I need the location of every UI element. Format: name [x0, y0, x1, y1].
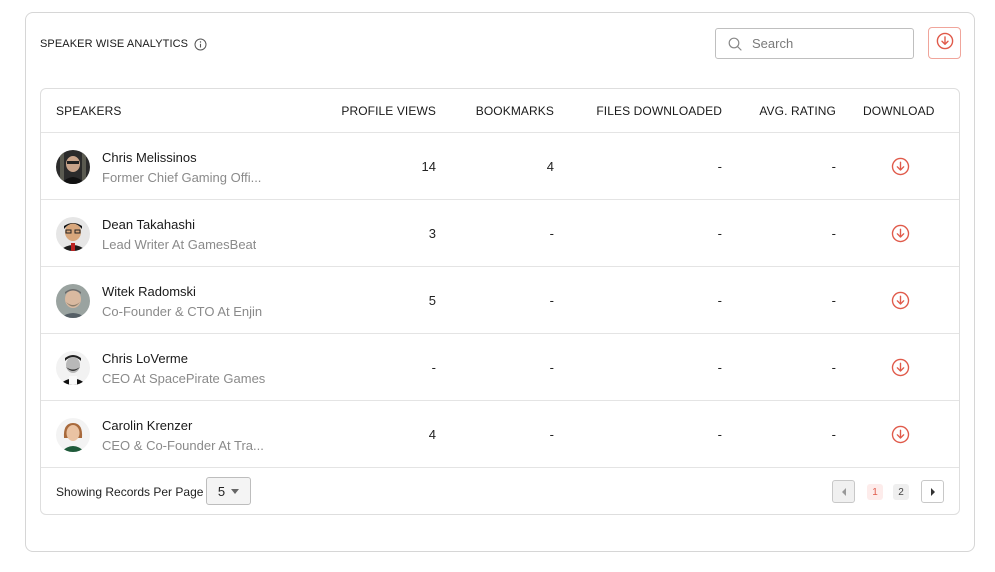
speaker-analytics-card: SPEAKER WISE ANALYTICS SPEAKERS PROFILE …: [25, 12, 975, 552]
speaker-title: CEO At SpacePirate Games: [102, 371, 266, 386]
speaker-name: Chris Melissinos: [102, 150, 197, 165]
download-row-button[interactable]: [891, 157, 910, 176]
table-row: Chris LoVerme CEO At SpacePirate Games -…: [41, 334, 959, 401]
bookmarks-value: 4: [546, 159, 554, 174]
search-box: [715, 28, 914, 59]
profile-views-value: 4: [428, 427, 436, 442]
chevron-right-icon: [930, 487, 935, 496]
profile-views-value: -: [431, 360, 436, 375]
download-row-button[interactable]: [891, 291, 910, 310]
info-icon[interactable]: [194, 38, 207, 51]
table-footer: Showing Records Per Page 5 1 2: [41, 468, 959, 514]
card-title: SPEAKER WISE ANALYTICS: [40, 38, 207, 50]
card-title-text: SPEAKER WISE ANALYTICS: [40, 38, 189, 50]
avg-rating-value: -: [831, 360, 836, 375]
column-header-download: DOWNLOAD: [863, 104, 935, 118]
export-button[interactable]: [928, 27, 961, 59]
table-row: Chris Melissinos Former Chief Gaming Off…: [41, 133, 959, 200]
speaker-title: Co-Founder & CTO At Enjin: [102, 304, 263, 319]
download-row-button[interactable]: [891, 425, 910, 444]
pagination-prev-button[interactable]: [832, 480, 855, 503]
speaker-title: Former Chief Gaming Offi...: [102, 170, 262, 185]
avatar: [56, 150, 90, 184]
table-header: SPEAKERS PROFILE VIEWS BOOKMARKS FILES D…: [41, 89, 959, 133]
avatar: [56, 418, 90, 452]
files-downloaded-value: -: [717, 427, 722, 442]
bookmarks-value: -: [549, 360, 554, 375]
speaker-title: Lead Writer At GamesBeat: [102, 237, 257, 252]
records-per-page-value: 5: [217, 483, 226, 499]
speaker-name: Dean Takahashi: [102, 217, 195, 232]
table-row: Carolin Krenzer CEO & Co-Founder At Tra.…: [41, 401, 959, 468]
profile-views-value: 3: [428, 226, 436, 241]
avg-rating-value: -: [831, 293, 836, 308]
download-row-button[interactable]: [891, 358, 910, 377]
pagination-next-button[interactable]: [921, 480, 944, 503]
records-per-page-label: Showing Records Per Page: [56, 485, 204, 499]
bookmarks-value: -: [549, 226, 554, 241]
download-circle-icon: [936, 32, 954, 55]
search-input[interactable]: [752, 36, 902, 51]
search-icon: [728, 37, 742, 51]
speaker-title: CEO & Co-Founder At Tra...: [102, 438, 264, 453]
download-circle-icon: [891, 358, 910, 377]
column-header-bookmarks[interactable]: BOOKMARKS: [476, 104, 554, 118]
table-row: Dean Takahashi Lead Writer At GamesBeat …: [41, 200, 959, 267]
download-circle-icon: [891, 425, 910, 444]
download-circle-icon: [891, 224, 910, 243]
pagination-page-2[interactable]: 2: [893, 484, 909, 500]
column-header-files-downloaded[interactable]: FILES DOWNLOADED: [596, 104, 722, 118]
speaker-name: Carolin Krenzer: [102, 418, 193, 433]
avatar: [56, 217, 90, 251]
column-header-speakers[interactable]: SPEAKERS: [56, 104, 122, 118]
download-row-button[interactable]: [891, 224, 910, 243]
table-row: Witek Radomski Co-Founder & CTO At Enjin…: [41, 267, 959, 334]
speaker-name: Witek Radomski: [102, 284, 196, 299]
speaker-name: Chris LoVerme: [102, 351, 188, 366]
avatar: [56, 284, 90, 318]
files-downloaded-value: -: [717, 226, 722, 241]
avg-rating-value: -: [831, 159, 836, 174]
column-header-profile-views[interactable]: PROFILE VIEWS: [341, 104, 436, 118]
files-downloaded-value: -: [717, 360, 722, 375]
avatar: [56, 351, 90, 385]
records-per-page-select[interactable]: 5: [206, 477, 251, 505]
download-circle-icon: [891, 291, 910, 310]
avg-rating-value: -: [831, 427, 836, 442]
chevron-left-icon: [841, 487, 846, 496]
column-header-avg-rating[interactable]: AVG. RATING: [759, 104, 836, 118]
files-downloaded-value: -: [717, 159, 722, 174]
caret-down-icon: [231, 488, 240, 494]
speakers-table: SPEAKERS PROFILE VIEWS BOOKMARKS FILES D…: [40, 88, 960, 515]
files-downloaded-value: -: [717, 293, 722, 308]
profile-views-value: 14: [421, 159, 436, 174]
bookmarks-value: -: [549, 427, 554, 442]
profile-views-value: 5: [428, 293, 436, 308]
bookmarks-value: -: [549, 293, 554, 308]
download-circle-icon: [891, 157, 910, 176]
avg-rating-value: -: [831, 226, 836, 241]
pagination-page-1[interactable]: 1: [867, 484, 883, 500]
